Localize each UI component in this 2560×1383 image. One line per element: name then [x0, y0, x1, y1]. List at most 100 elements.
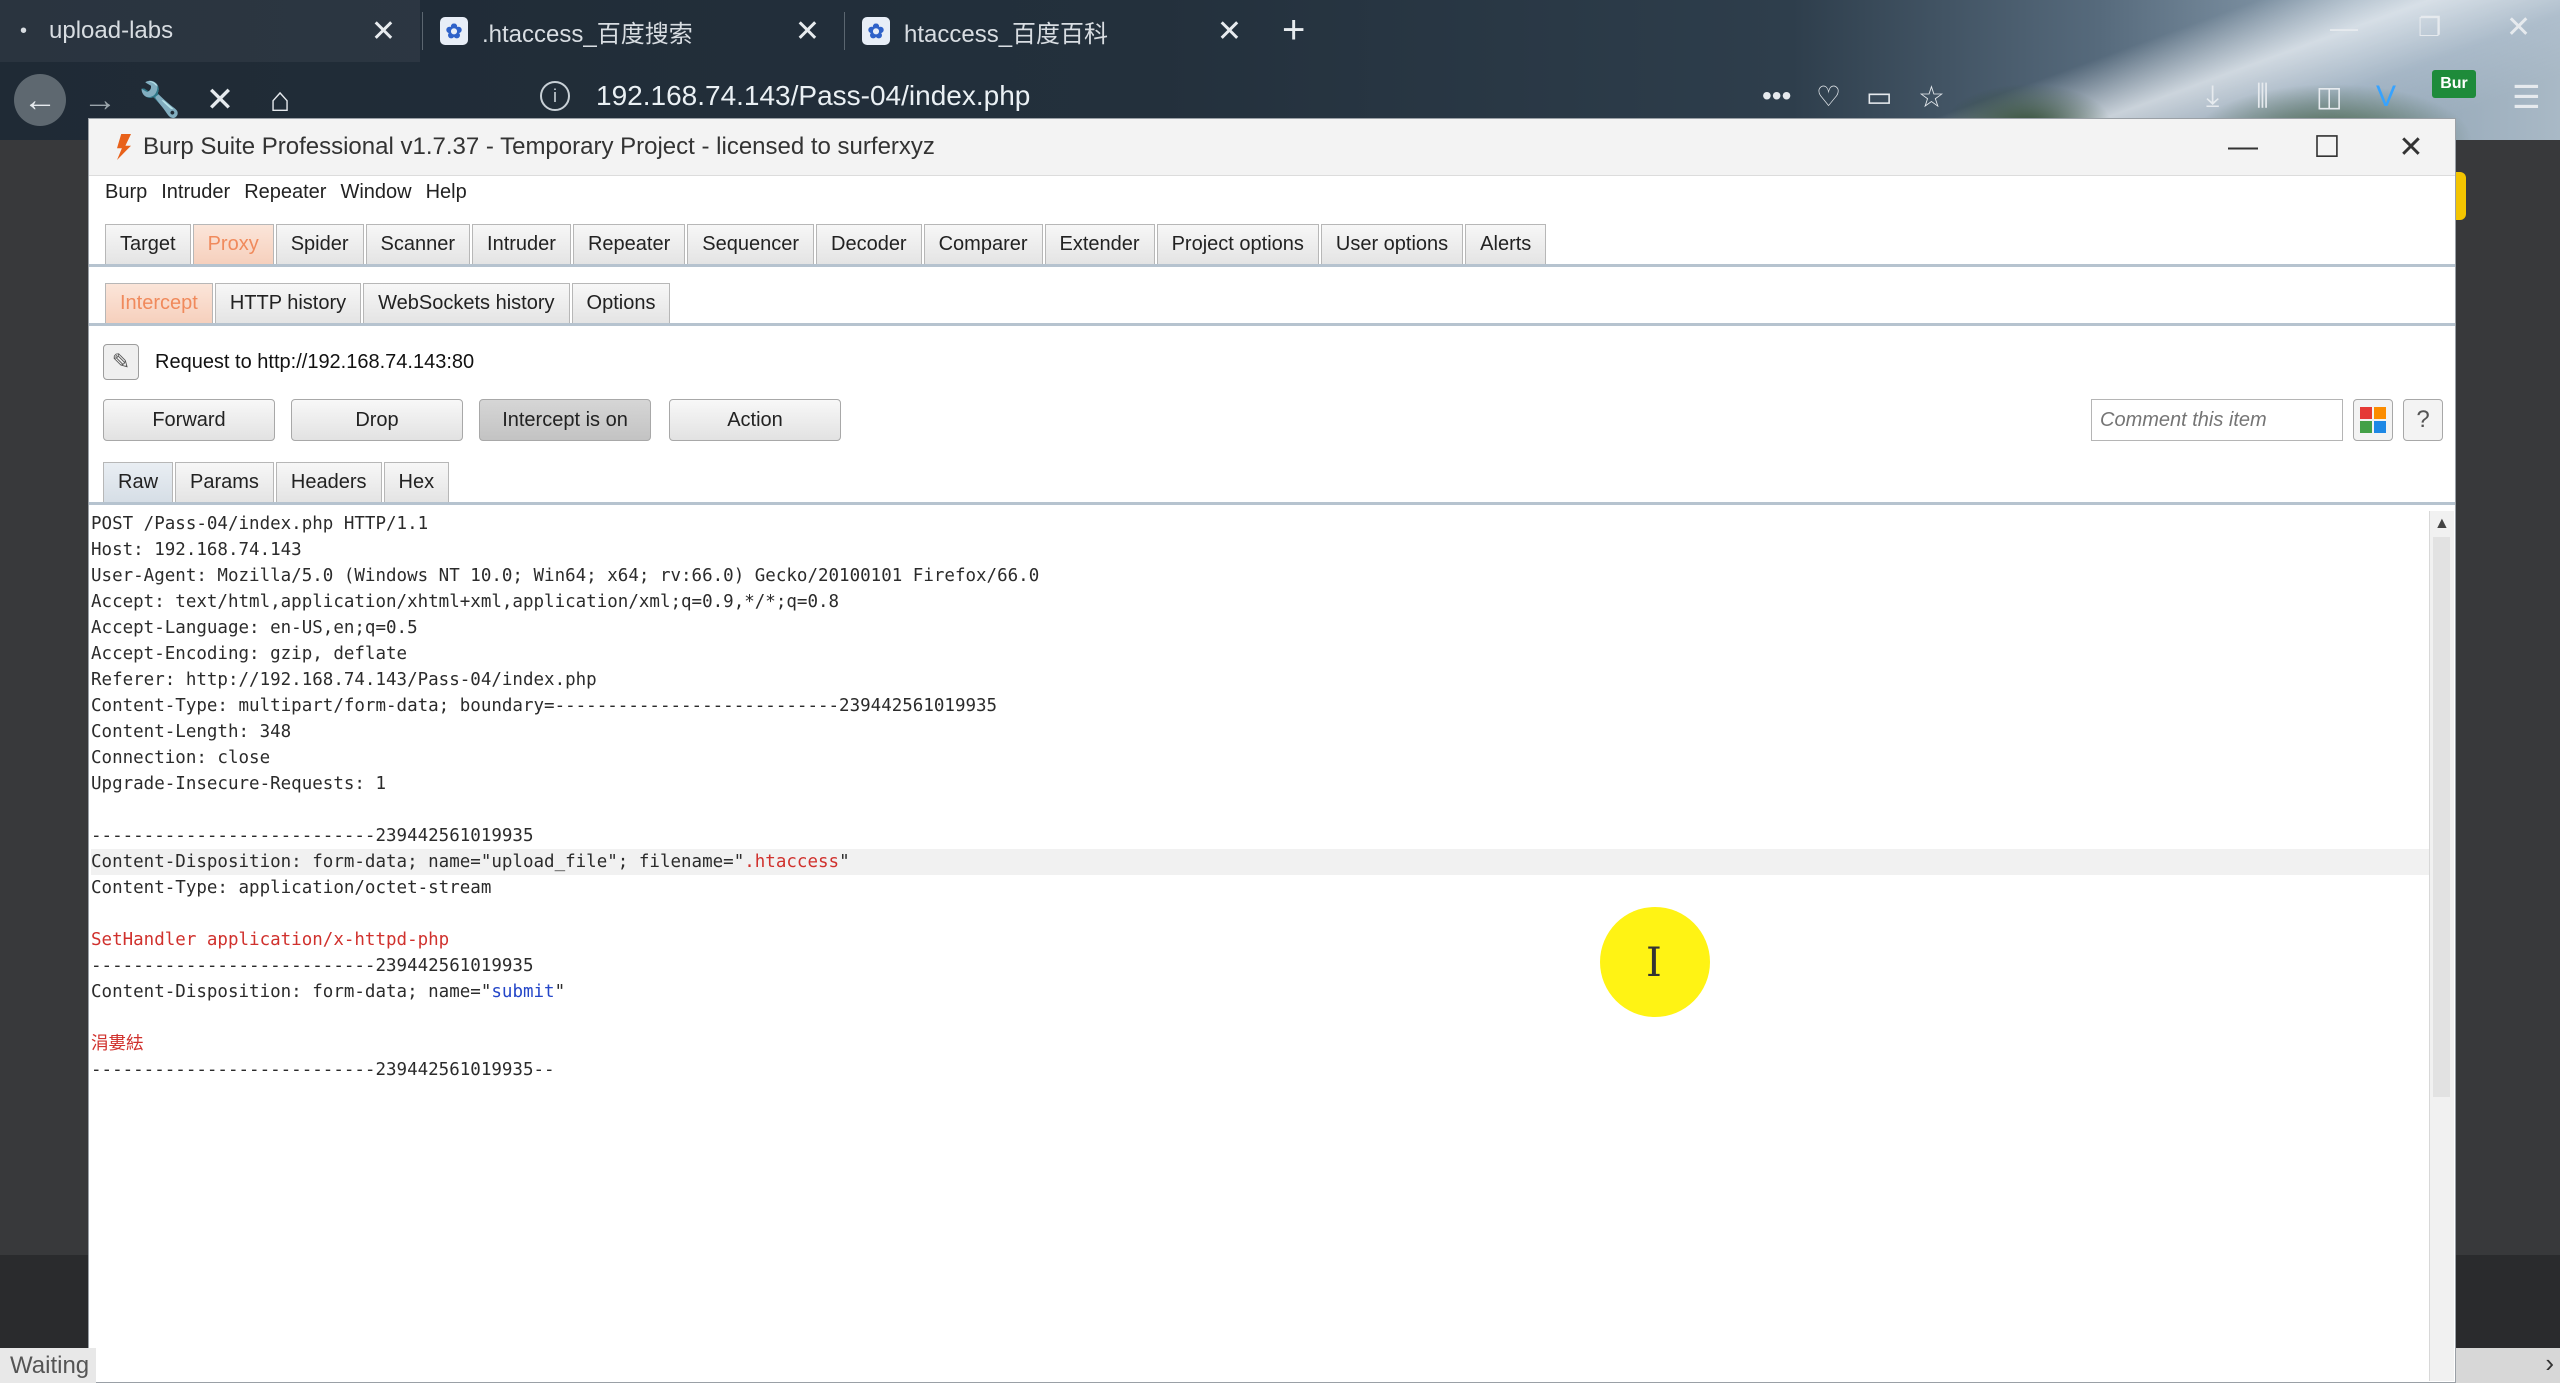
- minimize-icon[interactable]: —: [2201, 119, 2285, 175]
- tab-user-options[interactable]: User options: [1320, 224, 1464, 264]
- request-line[interactable]: Content-Length: 348: [91, 719, 2429, 745]
- burp-extension-badge[interactable]: Bur: [2432, 70, 2476, 98]
- tab-scanner[interactable]: Scanner: [365, 224, 471, 264]
- page-horizontal-scrollbar[interactable]: ›: [2456, 1348, 2560, 1383]
- restore-icon[interactable]: ❐: [2418, 12, 2441, 43]
- new-tab-button[interactable]: +: [1282, 8, 1305, 53]
- editor-scrollbar[interactable]: ▲: [2429, 511, 2454, 1381]
- request-editor[interactable]: POST /Pass-04/index.php HTTP/1.1 Host: 1…: [91, 511, 2429, 1381]
- minimize-icon[interactable]: —: [2330, 12, 2358, 44]
- tab-label: htaccess_百度百科: [904, 20, 1109, 48]
- request-line[interactable]: Content-Disposition: form-data; name="su…: [91, 979, 2429, 1005]
- tab-raw[interactable]: Raw: [103, 462, 174, 502]
- maximize-icon[interactable]: ☐: [2285, 119, 2369, 175]
- drop-button[interactable]: Drop: [291, 399, 463, 441]
- browser-tabbar: • upload-labs ✕ ✿ .htaccess_百度搜索 ✕ ✿ hta…: [0, 0, 2560, 62]
- scroll-thumb[interactable]: [2433, 537, 2450, 1097]
- menu-intruder[interactable]: Intruder: [161, 181, 230, 204]
- sidebar-icon[interactable]: ◫: [2316, 80, 2342, 113]
- request-target-label: Request to http://192.168.74.143:80: [155, 350, 475, 373]
- menu-repeater[interactable]: Repeater: [244, 181, 326, 204]
- scroll-up-icon[interactable]: ▲: [2434, 515, 2450, 533]
- request-line[interactable]: Accept-Language: en-US,en;q=0.5: [91, 615, 2429, 641]
- tab-project-options[interactable]: Project options: [1156, 224, 1319, 264]
- filename-quote: ": [839, 852, 850, 872]
- tab-decoder[interactable]: Decoder: [816, 224, 922, 264]
- tab-comparer[interactable]: Comparer: [923, 224, 1043, 264]
- browser-status-bar: Waiting: [0, 1348, 96, 1383]
- bookmark-star-icon[interactable]: ☆: [1918, 80, 1945, 115]
- tab-spider[interactable]: Spider: [275, 224, 364, 264]
- tab-intercept[interactable]: Intercept: [105, 283, 213, 323]
- forward-button[interactable]: Forward: [103, 399, 275, 441]
- action-button[interactable]: Action: [669, 399, 841, 441]
- tab-repeater[interactable]: Repeater: [572, 224, 686, 264]
- request-line-payload[interactable]: SetHandler application/x-httpd-php: [91, 927, 2429, 953]
- color-grid-icon[interactable]: [2353, 399, 2393, 441]
- burp-logo-icon: [117, 134, 131, 160]
- tab-headers[interactable]: Headers: [275, 462, 382, 502]
- menu-window[interactable]: Window: [340, 181, 411, 204]
- page-actions-icon[interactable]: •••: [1762, 80, 1791, 112]
- request-line[interactable]: [91, 1005, 2429, 1031]
- extension-v-icon[interactable]: V: [2376, 80, 2396, 114]
- help-icon[interactable]: ?: [2403, 399, 2443, 441]
- request-line[interactable]: Host: 192.168.74.143: [91, 537, 2429, 563]
- request-line[interactable]: Upgrade-Insecure-Requests: 1: [91, 771, 2429, 797]
- request-line[interactable]: POST /Pass-04/index.php HTTP/1.1: [91, 511, 2429, 537]
- request-line[interactable]: ---------------------------2394425610199…: [91, 1057, 2429, 1083]
- tab-alerts[interactable]: Alerts: [1465, 224, 1547, 264]
- pocket-icon[interactable]: ♡: [1816, 80, 1841, 113]
- request-line[interactable]: ---------------------------2394425610199…: [91, 953, 2429, 979]
- request-line[interactable]: Connection: close: [91, 745, 2429, 771]
- request-line-highlighted[interactable]: Content-Disposition: form-data; name="up…: [91, 849, 2429, 875]
- window-close-icon[interactable]: ✕: [2506, 10, 2531, 45]
- page-footer-left: [0, 1255, 88, 1348]
- request-line[interactable]: Content-Type: application/octet-stream: [91, 875, 2429, 901]
- tab-websockets-history[interactable]: WebSockets history: [363, 283, 570, 323]
- content-disposition-text: Content-Disposition: form-data; name=": [91, 982, 492, 1002]
- close-icon[interactable]: ✕: [795, 14, 820, 49]
- screenshot-icon[interactable]: ▭: [1866, 80, 1892, 113]
- url-bar[interactable]: i 192.168.74.143/Pass-04/index.php: [540, 80, 1030, 112]
- request-target-row: ✎ Request to http://192.168.74.143:80: [103, 344, 474, 380]
- intercept-toggle-button[interactable]: Intercept is on: [479, 399, 651, 441]
- burp-titlebar: Burp Suite Professional v1.7.37 - Tempor…: [89, 119, 2455, 176]
- library-icon[interactable]: ⫼: [2256, 80, 2269, 113]
- back-arrow-icon[interactable]: ←: [14, 74, 66, 126]
- menu-burp[interactable]: Burp: [105, 181, 147, 204]
- tab-target[interactable]: Target: [105, 224, 191, 264]
- hamburger-menu-icon[interactable]: ☰: [2512, 78, 2541, 116]
- scroll-right-icon[interactable]: ›: [2545, 1348, 2554, 1379]
- browser-tab-htaccess-baike[interactable]: ✿ htaccess_百度百科 ✕: [846, 0, 1266, 62]
- tab-sequencer[interactable]: Sequencer: [687, 224, 814, 264]
- tab-http-history[interactable]: HTTP history: [214, 283, 362, 323]
- request-line[interactable]: User-Agent: Mozilla/5.0 (Windows NT 10.0…: [91, 563, 2429, 589]
- close-icon[interactable]: ✕: [371, 14, 396, 49]
- tab-params[interactable]: Params: [175, 462, 274, 502]
- request-line[interactable]: Content-Type: multipart/form-data; bound…: [91, 693, 2429, 719]
- url-text[interactable]: 192.168.74.143/Pass-04/index.php: [596, 80, 1030, 112]
- menu-help[interactable]: Help: [426, 181, 467, 204]
- info-icon[interactable]: i: [540, 81, 570, 111]
- request-line[interactable]: [91, 797, 2429, 823]
- browser-tab-upload-labs[interactable]: • upload-labs ✕: [0, 0, 420, 62]
- request-line-garbled[interactable]: 涓婁紶: [91, 1031, 2429, 1057]
- tab-intruder[interactable]: Intruder: [472, 224, 571, 264]
- download-icon[interactable]: ⤓: [2206, 80, 2219, 114]
- main-tabs: Target Proxy Spider Scanner Intruder Rep…: [105, 224, 1548, 264]
- request-line[interactable]: Referer: http://192.168.74.143/Pass-04/i…: [91, 667, 2429, 693]
- close-icon[interactable]: ✕: [1217, 14, 1242, 49]
- pencil-icon[interactable]: ✎: [103, 344, 139, 380]
- tab-proxy-options[interactable]: Options: [571, 283, 671, 323]
- tab-extender[interactable]: Extender: [1044, 224, 1155, 264]
- close-icon[interactable]: ✕: [2369, 119, 2453, 175]
- browser-tab-htaccess-search[interactable]: ✿ .htaccess_百度搜索 ✕: [424, 0, 844, 62]
- comment-input[interactable]: [2091, 399, 2343, 441]
- tab-proxy[interactable]: Proxy: [192, 224, 274, 264]
- request-line[interactable]: Accept: text/html,application/xhtml+xml,…: [91, 589, 2429, 615]
- tab-hex[interactable]: Hex: [383, 462, 450, 502]
- request-line[interactable]: ---------------------------2394425610199…: [91, 823, 2429, 849]
- request-line[interactable]: Accept-Encoding: gzip, deflate: [91, 641, 2429, 667]
- request-line[interactable]: [91, 901, 2429, 927]
